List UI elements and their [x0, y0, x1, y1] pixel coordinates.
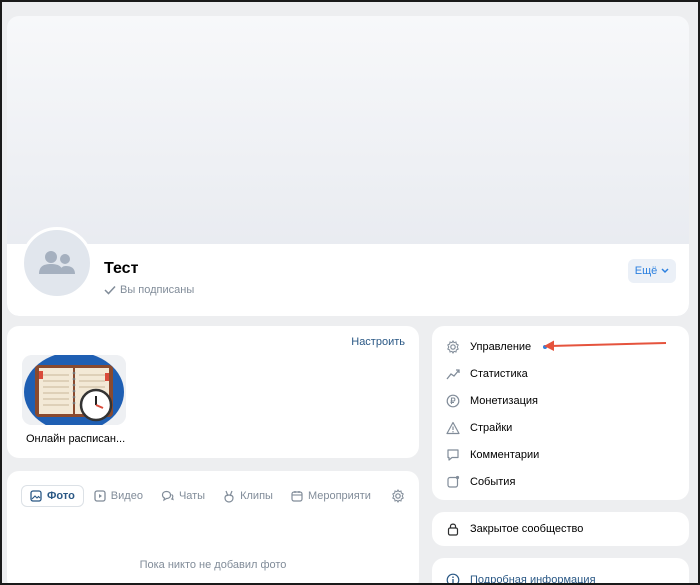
comment-icon [446, 448, 460, 462]
subscribed-label: Вы подписаны [120, 284, 195, 296]
gear-icon [392, 489, 404, 503]
closed-community-label: Закрытое сообщество [470, 523, 584, 535]
annotation-arrow [544, 340, 667, 351]
photo-icon [30, 490, 42, 502]
clips-icon [224, 490, 234, 503]
tab-photo[interactable]: Фото [21, 485, 84, 507]
menu-item-strikes[interactable]: Страйки [446, 419, 512, 437]
more-label: Ещё [634, 265, 658, 277]
subscription-status[interactable]: Вы подписаны [104, 284, 194, 296]
menu-item-events[interactable]: События [446, 473, 515, 491]
warning-icon [446, 421, 460, 435]
video-icon [94, 490, 106, 502]
community-avatar[interactable] [21, 227, 93, 299]
tab-chats[interactable]: Чаты [153, 485, 213, 507]
menu-item-management[interactable]: Управление [446, 338, 548, 356]
gear-icon [446, 340, 460, 354]
menu-item-monetization-label: Монетизация [470, 395, 538, 407]
closed-community-item[interactable]: Закрытое сообщество [446, 520, 583, 538]
stats-icon [446, 367, 460, 381]
check-icon [104, 285, 116, 295]
media-card: Фото Видео Чаты Клипы Мероприяти Пока ни… [7, 471, 419, 583]
detailed-info-label: Подробная информация [470, 574, 596, 585]
tab-events[interactable]: Мероприяти [283, 485, 379, 507]
admin-menu-card: Управление Статистика Монетизация Страйк… [432, 326, 689, 500]
group-users-icon [39, 251, 75, 274]
chevron-down-icon [661, 268, 669, 274]
menu-item-comments-label: Комментарии [470, 449, 540, 461]
ruble-icon [446, 394, 460, 408]
info-card: Подробная информация [432, 558, 689, 585]
lock-icon [446, 522, 460, 536]
media-tabs: Фото Видео Чаты Клипы Мероприяти [21, 485, 381, 507]
community-header [7, 244, 689, 316]
empty-photos-message: Пока никто не добавил фото [139, 559, 287, 571]
app-thumbnail[interactable] [22, 355, 126, 425]
menu-item-management-label: Управление [470, 341, 532, 353]
menu-item-comments[interactable]: Комментарии [446, 446, 539, 464]
media-settings-button[interactable] [391, 489, 405, 503]
chats-icon [161, 490, 174, 502]
configure-link[interactable]: Настроить [351, 336, 405, 348]
tab-clips-label: Клипы [240, 490, 273, 502]
menu-item-strikes-label: Страйки [470, 422, 513, 434]
page-frame: Тест Вы подписаны Ещё Настроить Онлайн р… [0, 0, 700, 585]
events-icon [446, 475, 460, 489]
app-label[interactable]: Онлайн расписан... [26, 433, 125, 445]
calendar-icon [291, 491, 303, 502]
detailed-info-link[interactable]: Подробная информация [446, 571, 596, 585]
tab-video-label: Видео [110, 490, 143, 502]
schedule-app-icon [22, 355, 126, 425]
menu-item-monetization[interactable]: Монетизация [446, 392, 538, 410]
more-button[interactable]: Ещё [628, 259, 676, 283]
menu-item-statistics[interactable]: Статистика [446, 365, 528, 383]
tab-photo-label: Фото [47, 490, 75, 502]
tab-video[interactable]: Видео [86, 485, 151, 507]
apps-card: Настроить Онлайн расписан... [7, 326, 419, 458]
tab-chats-label: Чаты [178, 490, 206, 502]
closed-community-card: Закрытое сообщество [432, 512, 689, 546]
info-icon [446, 573, 460, 583]
tab-events-label: Мероприяти [307, 490, 371, 502]
menu-item-statistics-label: Статистика [470, 368, 528, 380]
tab-clips[interactable]: Клипы [215, 485, 281, 507]
menu-item-events-label: События [470, 476, 516, 488]
community-title: Тест [104, 260, 139, 277]
